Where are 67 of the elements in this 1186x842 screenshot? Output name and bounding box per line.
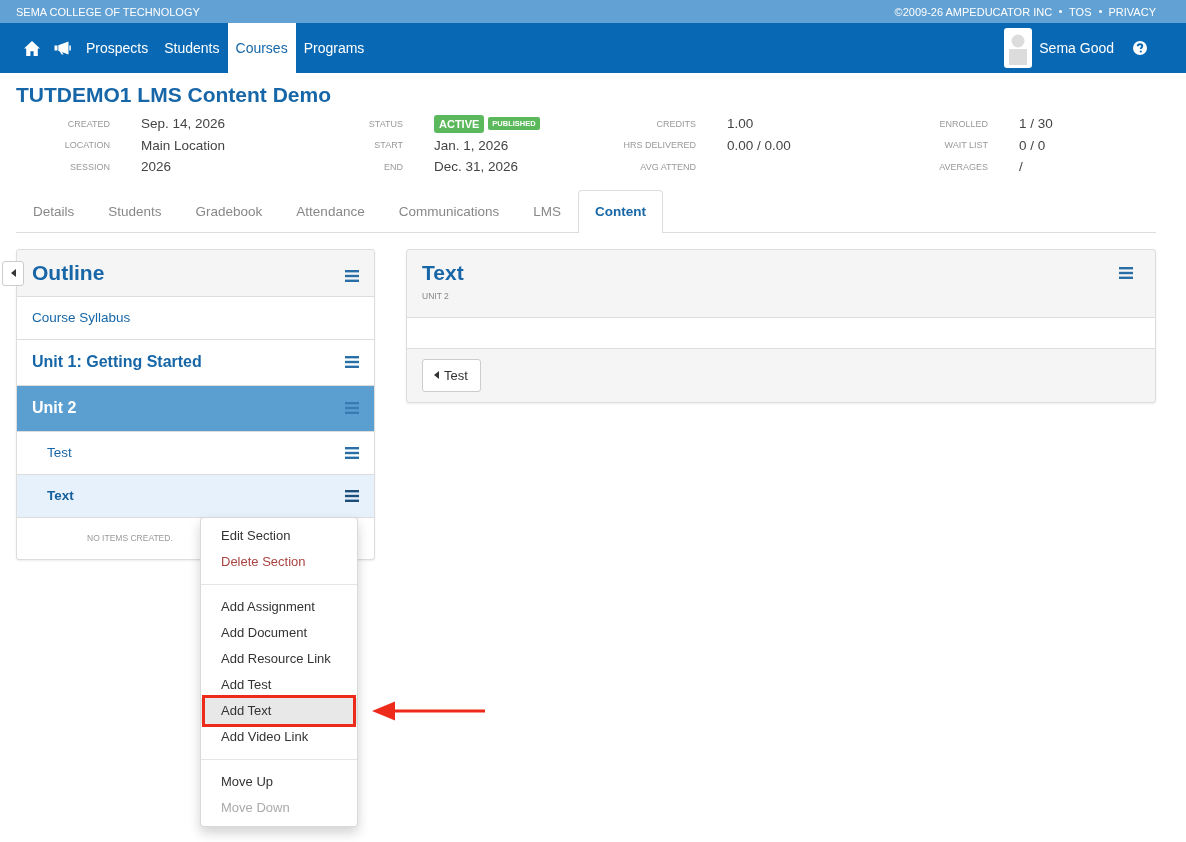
megaphone-icon[interactable] [54,41,71,55]
home-icon[interactable] [24,40,40,56]
panel-title: Outline [32,260,105,285]
nav-link[interactable]: Courses [227,23,296,73]
menu-icon[interactable] [345,446,359,459]
outline-row[interactable]: Text [17,474,374,518]
field-label: HRS DELIVERED [623,140,696,151]
field-value: 1 / 30 [1019,116,1053,132]
outline-row[interactable]: Unit 1: Getting Started [17,339,374,386]
panel-title: Text [422,259,464,286]
field-label: AVERAGES [939,161,988,172]
tab[interactable]: Content [578,189,663,233]
field-label: CREDITS [656,118,696,129]
menu-item[interactable]: Add Video Link [201,723,357,750]
course-title: TUTDEMO1 LMS Content Demo [16,82,331,108]
menu-item[interactable]: Add Resource Link [201,645,357,672]
field-value: / [1019,159,1023,175]
tab[interactable]: LMS [516,189,578,232]
menu-icon[interactable] [345,489,359,502]
field-value: 2026 [141,159,172,175]
menu-item[interactable]: Add Test [201,671,357,698]
menu-item[interactable]: Edit Section [201,522,357,549]
menu-icon[interactable] [345,269,359,282]
school-name: SEMA COLLEGE OF TECHNOLOGY [16,5,200,18]
nav-link[interactable]: Prospects [78,23,157,73]
field-label: AVG ATTEND [640,161,696,172]
tab[interactable]: Communications [381,189,517,232]
field-value: Dec. 31, 2026 [434,159,519,175]
field-value: Main Location [141,137,226,153]
empty-note: NO ITEMS CREATED. [87,533,173,543]
field-label: ENROLLED [939,118,988,129]
outline-row[interactable]: Test [17,431,374,475]
copyright-text: ©2009-26 AMPEDUCATOR INC [894,5,1053,18]
status-badge: ACTIVE [434,114,485,133]
field-label: CREATED [67,118,110,129]
back-button[interactable]: Test [422,358,481,392]
collapse-button[interactable] [2,260,24,286]
field-value: 1.00 [727,116,754,132]
field-value: 0 / 0 [1019,137,1046,153]
caret-icon [434,371,439,379]
arrow-icon [372,700,485,721]
menu-item[interactable]: Add Document [201,619,357,646]
menu-item[interactable]: Delete Section [201,548,357,575]
tab[interactable]: Details [16,189,92,232]
field-value: Jan. 1, 2026 [434,137,509,153]
field-value: Sep. 14, 2026 [141,116,226,132]
user-name[interactable]: Sema Good [1039,40,1114,56]
panel-subtitle: UNIT 2 [422,289,449,302]
menu-icon[interactable] [1119,266,1133,279]
field-value: 0.00 / 0.00 [727,137,791,153]
field-label: WAIT LIST [944,140,988,151]
field-label: SESSION [70,161,110,172]
nav-link[interactable]: Students [156,23,228,73]
field-label: START [374,140,403,151]
help-icon[interactable] [1133,41,1147,55]
tab[interactable]: Students [91,189,179,232]
menu-item[interactable]: Move Up [201,768,357,795]
tab[interactable]: Attendance [279,189,382,232]
outline-row[interactable]: Course Syllabus [17,296,374,340]
field-label: END [384,161,403,172]
field-label: STATUS [368,118,403,129]
user-avatar-icon[interactable] [1004,28,1033,68]
menu-icon[interactable] [345,356,359,368]
menu-item[interactable]: Add Assignment [201,593,357,620]
tab[interactable]: Gradebook [178,189,280,232]
nav-link[interactable]: Programs [295,23,373,73]
field-label: LOCATION [64,140,110,151]
